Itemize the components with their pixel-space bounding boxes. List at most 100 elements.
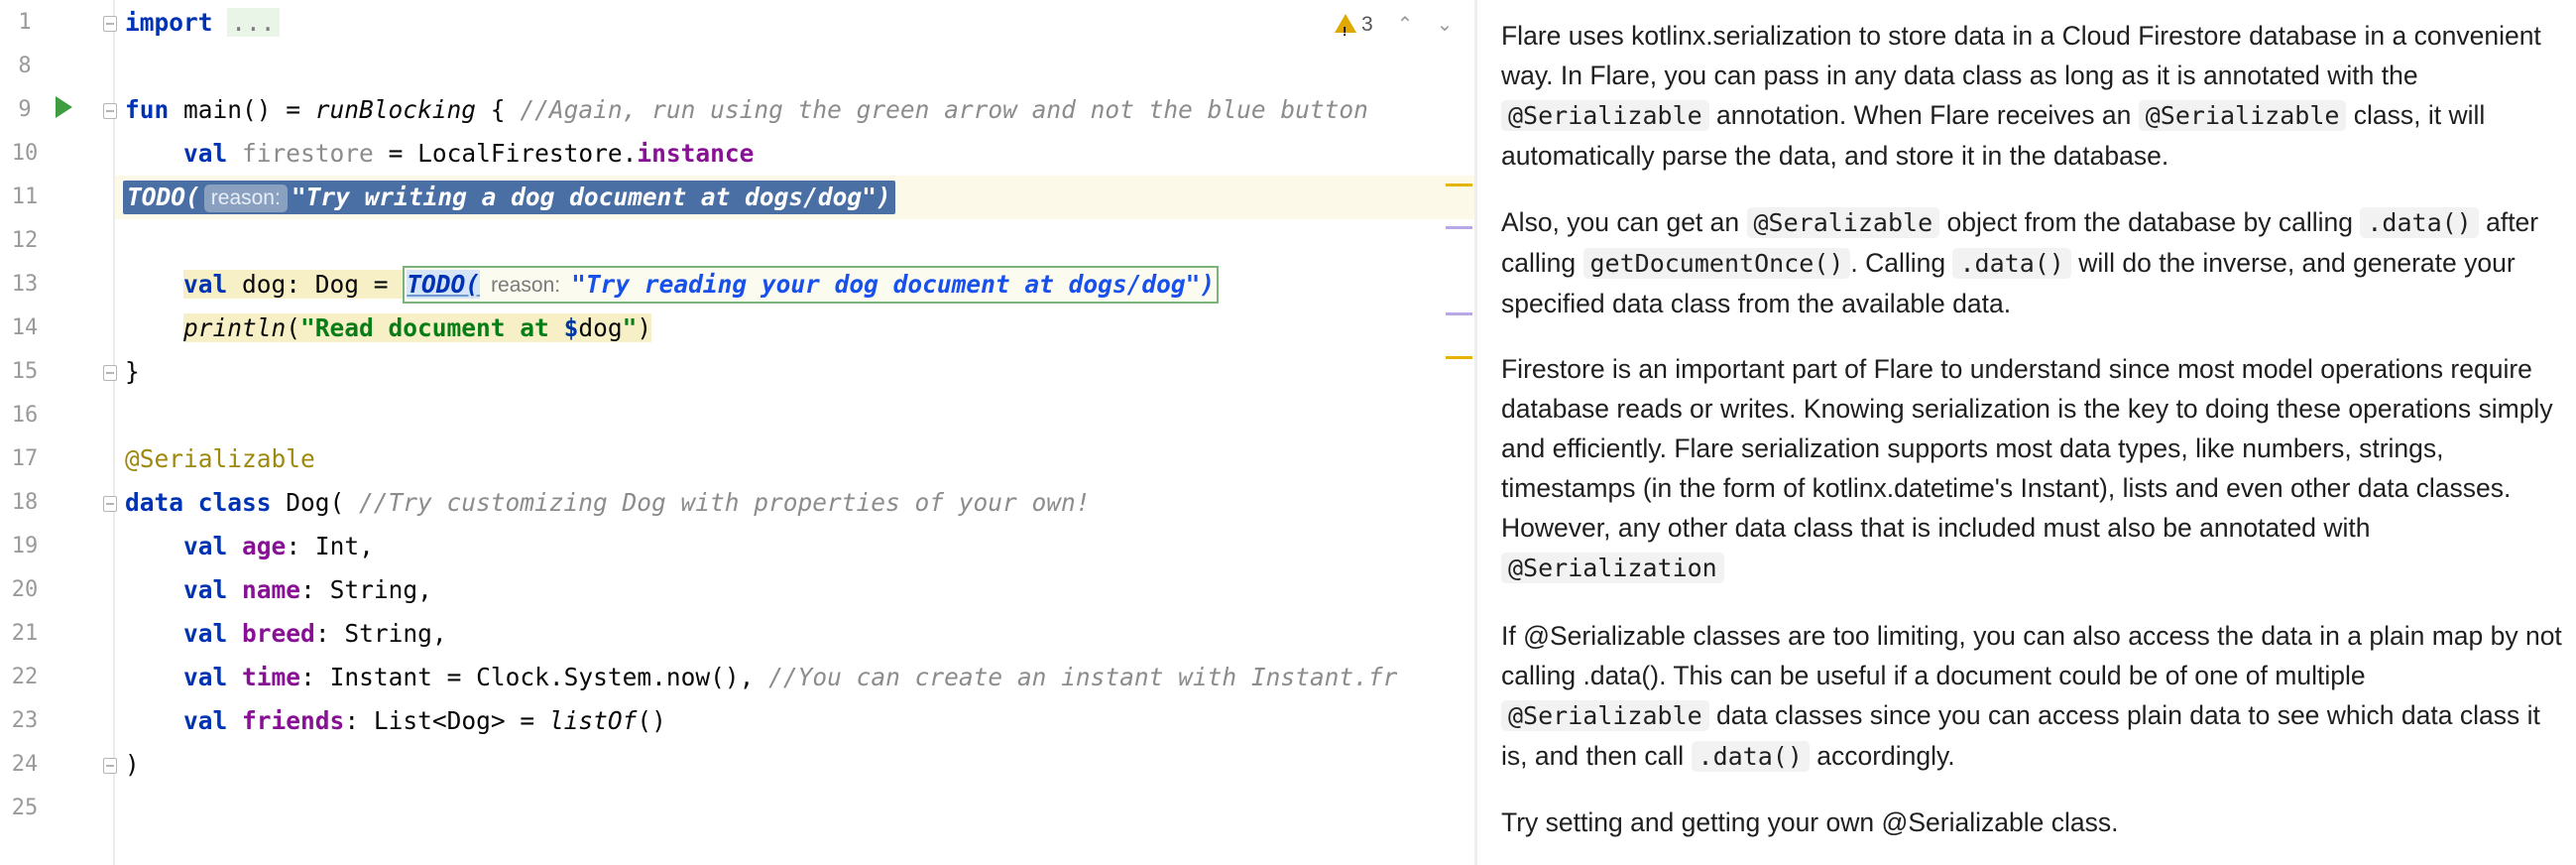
line-number: 23 <box>11 708 39 733</box>
code-line-22[interactable]: val time: Instant = Clock.System.now(), … <box>125 656 1474 699</box>
string-literal: "Try writing a dog document at dogs/dog"… <box>291 183 891 211</box>
chevron-down-icon[interactable]: ⌄ <box>1432 12 1458 38</box>
doc-paragraph: Flare uses kotlinx.serialization to stor… <box>1501 16 2572 176</box>
code-line-11[interactable]: TODO(reason: "Try writing a dog document … <box>123 176 1474 219</box>
fold-toggle-icon[interactable] <box>103 16 117 32</box>
code-text: { <box>476 95 521 124</box>
code-line-19[interactable]: val age: Int, <box>125 525 1474 568</box>
doc-text: object from the database by calling <box>1939 207 2361 237</box>
doc-text: Flare uses kotlinx.serialization to stor… <box>1501 21 2541 90</box>
error-stripe-marker[interactable] <box>1446 226 1472 229</box>
keyword: val <box>183 663 228 691</box>
code-comment: //You can create an instant with Instant… <box>768 663 1398 691</box>
inline-code: .data() <box>2360 207 2479 238</box>
code-line-21[interactable]: val breed: String, <box>125 612 1474 656</box>
keyword: val <box>183 270 228 299</box>
string-literal: "Try reading your dog document at dogs/d… <box>571 270 1216 299</box>
code-comment: //Try customizing Dog with properties of… <box>359 488 1091 517</box>
code-line-9[interactable]: fun main() = runBlocking { //Again, run … <box>125 88 1474 132</box>
inline-code: @Serialization <box>1501 553 1724 583</box>
property: age <box>242 532 287 560</box>
code-line-14[interactable]: println("Read document at $dog") <box>125 307 1474 350</box>
doc-paragraph: Also, you can get an @Seralizable object… <box>1501 202 2572 323</box>
code-text: dog: Dog = <box>227 270 404 299</box>
code-text: = LocalFirestore. <box>373 139 638 168</box>
code-text: () <box>637 706 666 735</box>
unused-variable: firestore <box>242 139 374 168</box>
keyword: val <box>183 706 228 735</box>
inline-code: @Serializable <box>1501 100 1709 131</box>
folded-imports[interactable]: ... <box>227 8 280 37</box>
function-call: println <box>183 313 287 342</box>
doc-text: Firestore is an important part of Flare … <box>1501 354 2553 543</box>
chevron-up-icon[interactable]: ⌃ <box>1392 12 1418 38</box>
code-line-15[interactable]: } <box>125 350 1474 394</box>
keyword: fun <box>125 95 170 124</box>
code-line-13[interactable]: val dog: Dog = TODO(reason: "Try reading … <box>125 263 1474 307</box>
run-gutter-icon[interactable] <box>56 96 72 118</box>
property: name <box>242 575 301 604</box>
property: time <box>242 663 301 691</box>
code-line-17[interactable]: @Serializable <box>125 437 1474 481</box>
doc-text: Also, you can get an <box>1501 207 1747 237</box>
function-call: listOf <box>548 706 638 735</box>
line-number: 22 <box>11 665 39 689</box>
line-number: 12 <box>11 228 39 253</box>
line-number: 19 <box>11 534 39 558</box>
inspection-widget[interactable]: 3 <box>1335 11 1373 46</box>
code-line-20[interactable]: val name: String, <box>125 568 1474 612</box>
function-call: runBlocking <box>314 95 477 124</box>
line-number: 17 <box>11 446 39 471</box>
inline-code: .data() <box>1952 248 2071 279</box>
code-line-10[interactable]: val firestore = LocalFirestore.instance <box>125 132 1474 176</box>
code-text: : String, <box>300 575 432 604</box>
keyword: val <box>183 532 228 560</box>
keyword: import <box>125 8 213 37</box>
fold-toggle-icon[interactable] <box>103 496 117 512</box>
error-stripe-marker[interactable] <box>1446 184 1472 186</box>
warning-triangle-icon <box>1335 14 1356 46</box>
doc-text: Try setting and getting your own @Serial… <box>1501 807 2119 837</box>
code-line-18[interactable]: data class Dog( //Try customizing Dog wi… <box>125 481 1474 525</box>
template-variable: dog <box>578 313 623 342</box>
error-stripe-marker[interactable] <box>1446 356 1472 359</box>
line-number: 8 <box>18 54 32 78</box>
code-line-24[interactable]: ) <box>125 743 1474 787</box>
code-text: Dog( <box>271 488 360 517</box>
line-number: 16 <box>11 403 39 428</box>
fold-toggle-icon[interactable] <box>103 758 117 774</box>
documentation-panel: Flare uses kotlinx.serialization to stor… <box>1477 0 2576 865</box>
code-line-1[interactable]: import ... <box>125 1 1474 45</box>
fold-toggle-icon[interactable] <box>103 103 117 119</box>
line-number: 21 <box>11 621 39 646</box>
doc-paragraph: Firestore is an important part of Flare … <box>1501 349 2572 588</box>
todo-keyword: TODO( <box>407 270 481 299</box>
selected-todo-call[interactable]: TODO(reason: "Try writing a dog document … <box>123 181 895 214</box>
code-text: } <box>125 357 140 386</box>
code-line-23[interactable]: val friends: List<Dog> = listOf() <box>125 699 1474 743</box>
todo-call-highlight[interactable]: TODO(reason: "Try reading your dog docume… <box>403 266 1220 304</box>
todo-keyword: TODO( <box>127 183 200 211</box>
code-text: ( <box>286 313 301 342</box>
error-stripe-marker[interactable] <box>1446 312 1472 315</box>
inline-code: getDocumentOnce() <box>1582 248 1851 279</box>
code-editor[interactable]: 1 8 9 10 11 12 13 14 15 16 17 18 19 20 2… <box>0 0 1474 865</box>
line-number: 9 <box>18 97 32 122</box>
annotation: @Serializable <box>125 444 315 473</box>
doc-paragraph: Try setting and getting your own @Serial… <box>1501 803 2572 842</box>
line-number: 25 <box>11 796 39 820</box>
string-literal: " <box>622 313 638 342</box>
editor-gutter: 1 8 9 10 11 12 13 14 15 16 17 18 19 20 2… <box>0 0 117 865</box>
keyword: val <box>183 139 228 168</box>
parameter-hint: reason: <box>203 185 288 212</box>
code-comment: //Again, run using the green arrow and n… <box>520 95 1368 124</box>
fold-toggle-icon[interactable] <box>103 365 117 381</box>
line-number: 14 <box>11 315 39 340</box>
line-number: 24 <box>11 752 39 777</box>
doc-text: annotation. When Flare receives an <box>1708 100 2139 130</box>
code-text: : Int, <box>286 532 374 560</box>
code-text: : String, <box>314 619 447 648</box>
line-number: 18 <box>11 490 39 515</box>
line-number: 10 <box>11 141 39 166</box>
doc-paragraph: If @Serializable classes are too limitin… <box>1501 616 2572 777</box>
